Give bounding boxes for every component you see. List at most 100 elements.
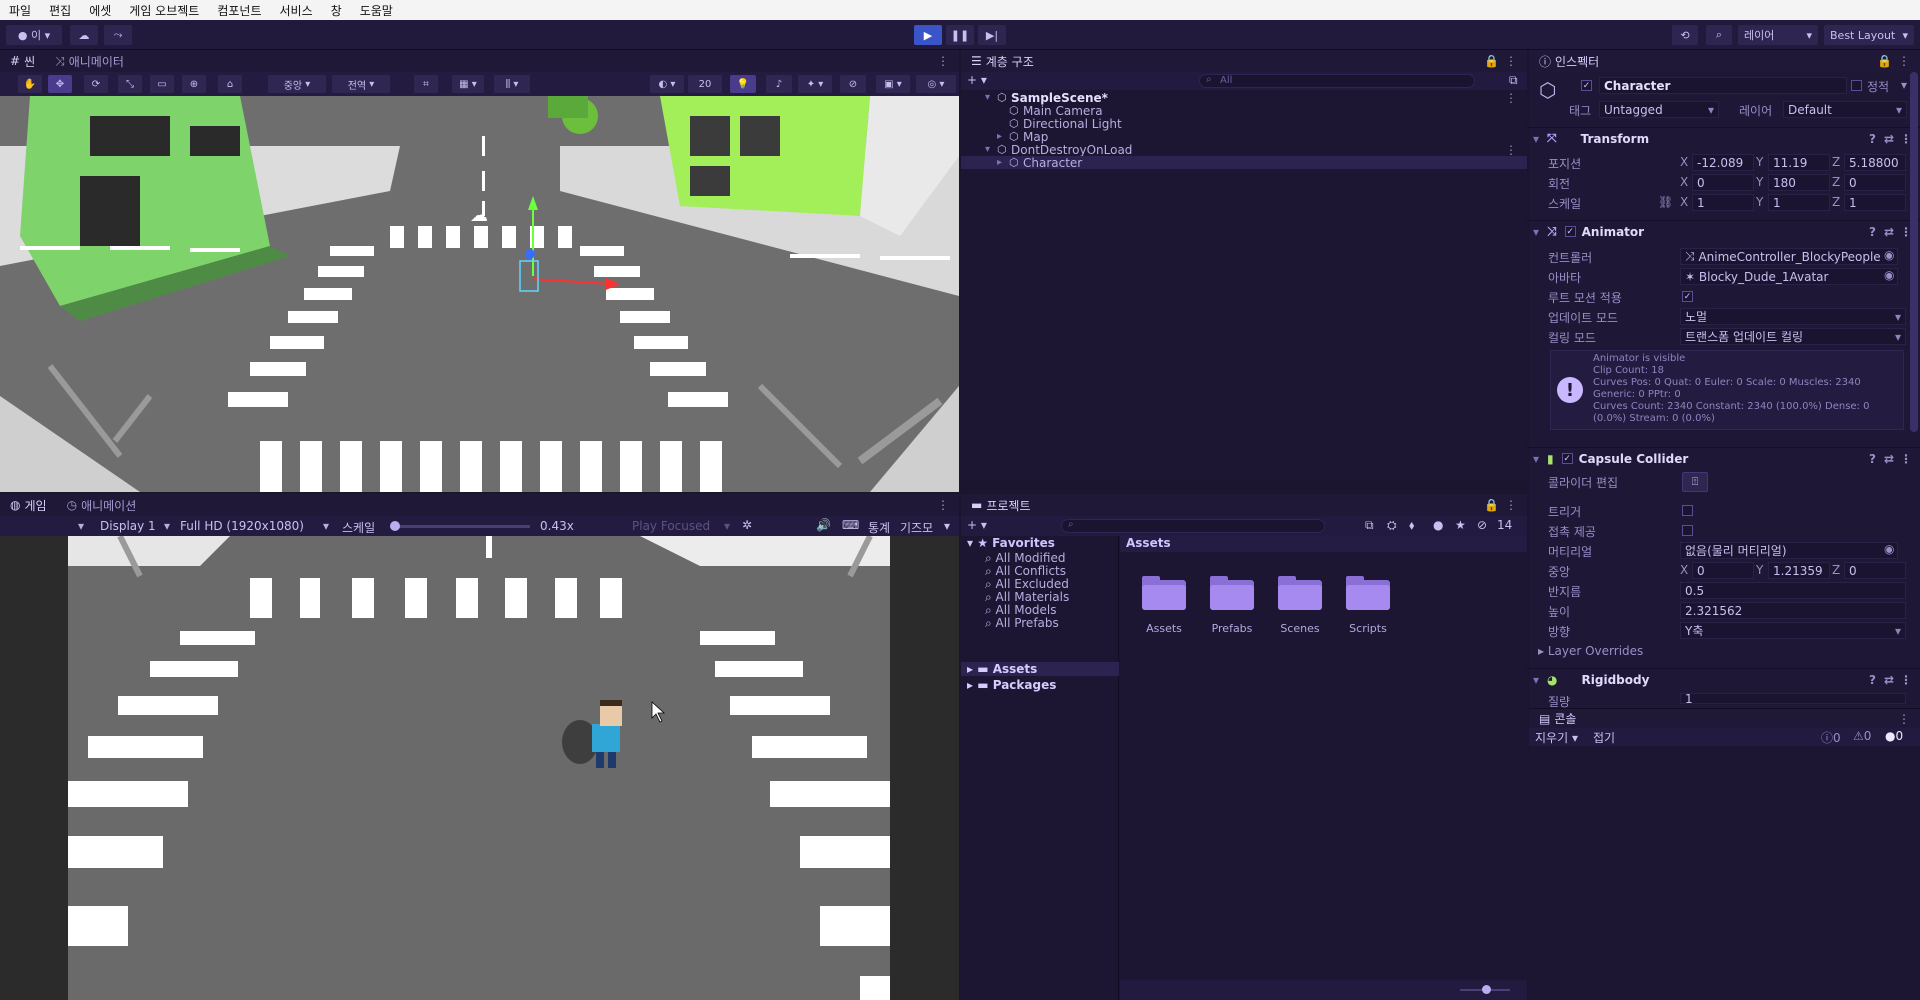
tab-animation[interactable]: ◷ 애니메이션 [57, 497, 147, 514]
transform-position-y-field[interactable]: 11.19 [1768, 154, 1830, 171]
add-icon[interactable]: + ▾ [967, 518, 987, 532]
pause-button[interactable]: ❚❚ [946, 25, 974, 45]
menu-edit[interactable]: 편집 [40, 2, 80, 19]
filter-type-icon[interactable]: ⛭ [1387, 518, 1397, 533]
gizmos-button[interactable]: 기즈모 [900, 519, 933, 536]
lock-icon[interactable]: 🔒 [1484, 54, 1499, 68]
effects-icon[interactable]: ✦ ▾ [798, 75, 832, 93]
axis-y-label[interactable]: Y [1756, 175, 1763, 189]
error-count-toggle[interactable]: ●0 [1885, 729, 1903, 743]
rigidbody-header[interactable]: ▾ ◕ Rigidbody ? ⇄ ⋮ [1527, 668, 1920, 690]
increment-snap-icon[interactable]: ⫼ ▾ [494, 75, 530, 93]
hand-tool-icon[interactable]: ✋ [18, 75, 42, 93]
preset-icon[interactable]: ⇄ [1884, 452, 1894, 466]
help-icon[interactable]: ? [1869, 452, 1876, 466]
scene-visibility-icon[interactable]: ⧉ [1509, 73, 1518, 88]
chevron-right-icon[interactable]: ▸ [997, 157, 1002, 168]
edit-collider-button[interactable]: ⍐ [1682, 472, 1708, 492]
transform-rotation-y-field[interactable]: 180 [1768, 174, 1830, 191]
move-tool-icon[interactable]: ✥ [48, 75, 72, 93]
tree-item-packages[interactable]: ▸ ▬ Packages [961, 678, 1119, 692]
folder-icon[interactable] [1278, 576, 1322, 610]
transform-header[interactable]: ▾ ⤧ Transform ? ⇄ ⋮ [1527, 127, 1920, 149]
cloud-icon[interactable]: ☁ [70, 25, 98, 45]
more-icon[interactable]: ⋮ [1898, 54, 1910, 68]
transform-position-z-field[interactable]: 5.18800 [1844, 154, 1906, 171]
bug-icon[interactable]: ✲ [742, 518, 752, 532]
transform-rotation-z-field[interactable]: 0 [1844, 174, 1906, 191]
add-icon[interactable]: + ▾ [967, 73, 987, 87]
hidden-icon[interactable]: ⊘ [1477, 518, 1487, 532]
transform-position-x-field[interactable]: -12.089 [1692, 154, 1754, 171]
transform-scale-y-field[interactable]: 1 [1768, 194, 1830, 211]
menu-file[interactable]: 파일 [0, 2, 40, 19]
menu-services[interactable]: 서비스 [271, 2, 322, 19]
axis-x-label[interactable]: X [1680, 563, 1688, 577]
tab-animator[interactable]: ⤨ 애니메이터 [45, 53, 134, 70]
more-icon[interactable]: ⋮ [937, 54, 949, 68]
lock-icon[interactable]: 🔒 [1484, 498, 1499, 512]
capsule-collider-header[interactable]: ▾ ▮ ✓ Capsule Collider ? ⇄ ⋮ [1527, 447, 1920, 469]
chevron-down-icon[interactable]: ▾ [985, 144, 990, 155]
height-field[interactable]: 2.321562 [1680, 602, 1906, 619]
more-icon[interactable]: ⋮ [1505, 91, 1517, 105]
axis-z-label[interactable]: Z [1832, 563, 1840, 577]
resolution-dropdown[interactable]: Full HD (1920x1080) [180, 519, 304, 533]
preset-icon[interactable]: ⇄ [1884, 673, 1894, 687]
axis-x-label[interactable]: X [1680, 195, 1688, 209]
play-mode-dropdown[interactable]: Play Focused [632, 519, 710, 533]
center-z-field[interactable]: 0 [1844, 562, 1906, 579]
active-checkbox[interactable]: ✓ [1581, 80, 1592, 91]
grid-snap-icon[interactable]: ▦ ▾ [452, 75, 484, 93]
trigger-checkbox[interactable] [1682, 505, 1693, 516]
tag-dropdown[interactable]: Untagged [1599, 101, 1719, 118]
hierarchy-search-input[interactable]: ⌕ All [1199, 74, 1475, 88]
importance-icon[interactable]: ● [1433, 518, 1443, 532]
more-icon[interactable]: ⋮ [1898, 712, 1910, 726]
chevron-right-icon[interactable]: ▸ [997, 131, 1002, 142]
favorites-header[interactable]: ▾ ★ Favorites [967, 536, 1055, 550]
tab-hierarchy[interactable]: ☰ 계층 구조 [961, 53, 1044, 70]
hierarchy-item[interactable]: ▾ ⬡ DontDestroyOnLoad ⋮ [961, 143, 1527, 157]
direction-dropdown[interactable]: Y축 [1680, 622, 1906, 639]
menu-component[interactable]: 컴포넌트 [208, 2, 270, 19]
keyboard-icon[interactable]: ⌨ [842, 518, 859, 532]
history-icon[interactable]: ⟲ [1672, 25, 1698, 45]
breadcrumb[interactable]: Assets [1120, 536, 1527, 552]
mass-field[interactable]: 1 [1680, 693, 1906, 704]
hierarchy-item[interactable]: ▾ ⬡ SampleScene* ⋮ [961, 91, 1527, 105]
menu-gameobject[interactable]: 게임 오브젝트 [120, 2, 208, 19]
folder-icon[interactable] [1142, 576, 1186, 610]
custom-tool-icon[interactable]: ⌂ [218, 75, 242, 93]
search-icon[interactable]: ⌕ [1706, 25, 1732, 45]
console-log-area[interactable] [1529, 746, 1920, 1000]
rect-tool-icon[interactable]: ▭ [150, 75, 174, 93]
tab-game[interactable]: ◍ 게임 [0, 497, 57, 514]
axis-z-label[interactable]: Z [1832, 175, 1840, 189]
log-count-toggle[interactable]: ⓘ0 [1821, 729, 1841, 746]
object-name-field[interactable]: Character [1599, 77, 1847, 94]
space-dropdown[interactable]: 전역 ▾ [332, 75, 390, 93]
root-motion-checkbox[interactable]: ✓ [1682, 291, 1693, 302]
gizmos-icon[interactable]: ◎ ▾ [916, 75, 956, 93]
chevron-down-icon[interactable]: ▾ [1901, 78, 1907, 92]
update-mode-dropdown[interactable]: 노멀 [1680, 308, 1906, 325]
help-icon[interactable]: ? [1869, 132, 1876, 146]
account-button[interactable]: ● 이 ▾ [6, 25, 62, 45]
capsule-enabled-checkbox[interactable]: ✓ [1561, 453, 1573, 464]
menu-assets[interactable]: 에셋 [80, 2, 120, 19]
material-field[interactable]: 없음(물리 머티리얼) [1680, 542, 1898, 559]
transform-scale-x-field[interactable]: 1 [1692, 194, 1754, 211]
axis-y-label[interactable]: Y [1756, 155, 1763, 169]
icon-size-slider-handle[interactable] [1482, 985, 1491, 994]
static-checkbox[interactable] [1851, 80, 1862, 91]
play-button[interactable]: ▶ [914, 25, 942, 45]
step-button[interactable]: ▶| [978, 25, 1006, 45]
rotate-tool-icon[interactable]: ⟳ [84, 75, 108, 93]
help-icon[interactable]: ? [1869, 673, 1876, 687]
stats-button[interactable]: 통계 [868, 519, 890, 536]
controller-field[interactable]: ⤨ AnimeController_BlockyPeople [1680, 248, 1898, 265]
scene-view[interactable]: ☁ [0, 96, 959, 492]
help-icon[interactable]: ? [1869, 225, 1876, 239]
game-view[interactable] [0, 536, 959, 1000]
